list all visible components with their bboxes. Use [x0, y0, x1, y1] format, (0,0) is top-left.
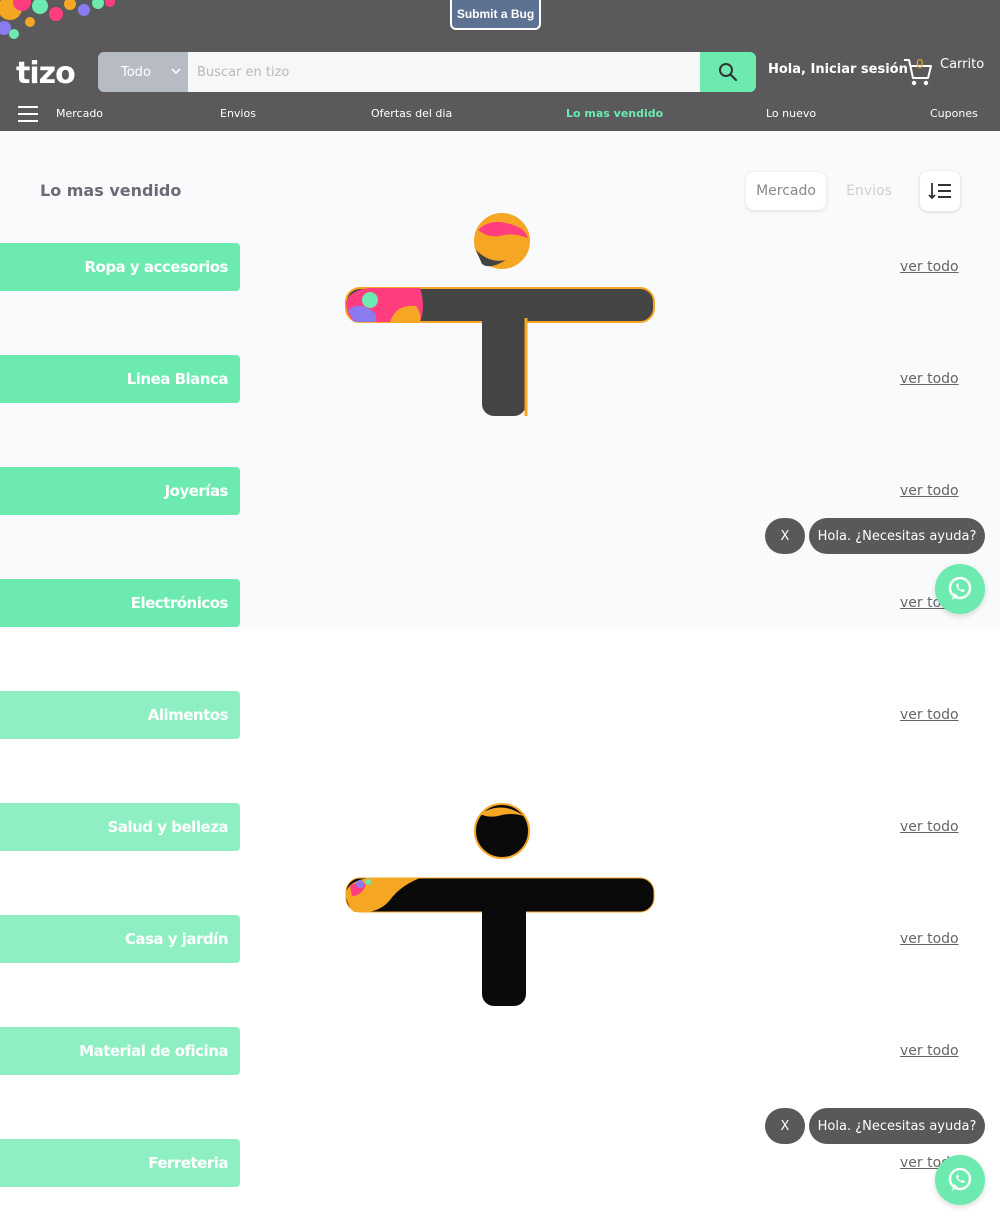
search-bar: Todo: [98, 52, 756, 92]
nav-item-mercado[interactable]: Mercado: [56, 107, 103, 120]
cart-label: Carrito: [940, 57, 985, 72]
filter-mercado[interactable]: Mercado: [746, 172, 826, 210]
search-icon: [719, 63, 738, 82]
category-joyerias[interactable]: Joyerías: [0, 467, 240, 515]
ver-todo-ropa[interactable]: ver todo: [900, 259, 959, 275]
cart-button[interactable]: 0 Carrito: [902, 56, 992, 88]
search-input[interactable]: [188, 52, 700, 92]
search-category-label: Todo: [121, 64, 151, 80]
ver-todo-alimentos[interactable]: ver todo: [900, 707, 959, 723]
page-title: Lo mas vendido: [40, 181, 182, 200]
ver-todo-linea-blanca[interactable]: ver todo: [900, 371, 959, 387]
category-material-oficina[interactable]: Material de oficina: [0, 1027, 240, 1075]
ver-todo-material-oficina[interactable]: ver todo: [900, 1043, 959, 1059]
ver-todo-salud-belleza[interactable]: ver todo: [900, 819, 959, 835]
logo-text: tizo: [16, 56, 75, 90]
search-category-select[interactable]: Todo: [98, 52, 188, 92]
category-ropa[interactable]: Ropa y accesorios: [0, 243, 240, 291]
category-casa-jardin[interactable]: Casa y jardín: [0, 915, 240, 963]
chevron-down-icon: [171, 68, 181, 75]
whatsapp-button[interactable]: [935, 564, 985, 614]
sort-button[interactable]: [920, 171, 960, 211]
main-nav: Mercado Envios Ofertas del dia Lo mas ve…: [0, 104, 1000, 124]
chat-close-button-2[interactable]: X: [765, 1108, 805, 1144]
tizo-loader-icon-2: [345, 803, 655, 1006]
ver-todo-casa-jardin[interactable]: ver todo: [900, 931, 959, 947]
whatsapp-icon-2: [948, 1167, 972, 1191]
category-alimentos[interactable]: Alimentos: [0, 691, 240, 739]
category-ferreteria[interactable]: Ferreteria: [0, 1139, 240, 1187]
submit-bug-button[interactable]: Submit a Bug: [450, 0, 541, 30]
chat-close-button[interactable]: X: [765, 518, 805, 554]
category-linea-blanca[interactable]: Linea Blanca: [0, 355, 240, 403]
cart-count: 0: [916, 57, 924, 71]
nav-item-lo-nuevo[interactable]: Lo nuevo: [766, 107, 816, 120]
whatsapp-button-2[interactable]: [935, 1155, 985, 1205]
nav-item-cupones[interactable]: Cupones: [930, 107, 978, 120]
nav-item-envios[interactable]: Envios: [220, 107, 256, 120]
search-button[interactable]: [700, 52, 756, 92]
sort-icon: [928, 183, 951, 200]
whatsapp-icon: [948, 576, 972, 600]
tizo-logo[interactable]: tizo: [14, 54, 88, 90]
decorative-splash: [0, 0, 115, 39]
nav-item-ofertas[interactable]: Ofertas del dia: [371, 107, 452, 120]
site-header: Submit a Bug tizo Todo Hola, Iniciar ses…: [0, 0, 1000, 131]
filter-envios[interactable]: Envios: [836, 172, 902, 210]
category-salud-belleza[interactable]: Salud y belleza: [0, 803, 240, 851]
login-link[interactable]: Hola, Iniciar sesión: [768, 62, 908, 77]
nav-item-lo-mas-vendido[interactable]: Lo mas vendido: [566, 107, 663, 120]
hamburger-icon[interactable]: [18, 104, 38, 124]
chat-bubble[interactable]: Hola. ¿Necesitas ayuda?: [809, 518, 985, 554]
chat-bubble-2[interactable]: Hola. ¿Necesitas ayuda?: [809, 1108, 985, 1144]
ver-todo-joyerias[interactable]: ver todo: [900, 483, 959, 499]
category-electronicos[interactable]: Electrónicos: [0, 579, 240, 627]
tizo-loader-icon: [345, 213, 655, 416]
